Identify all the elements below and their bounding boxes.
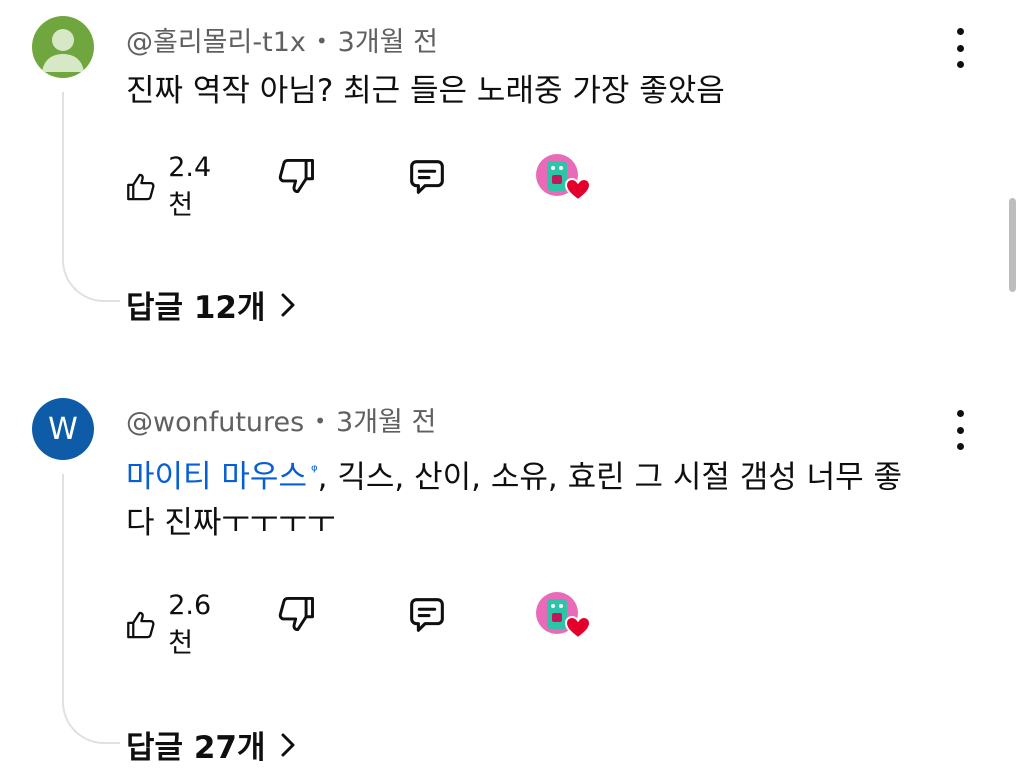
creator-heart-badge xyxy=(536,154,592,202)
like-count: 2.4천 xyxy=(168,152,212,221)
like-button[interactable]: 2.4천 xyxy=(124,152,221,222)
reply-button[interactable] xyxy=(404,592,450,638)
replies-count: 답글 12개 xyxy=(126,290,266,326)
comment-time: 3개월 전 xyxy=(337,27,438,58)
more-options-button[interactable] xyxy=(946,410,974,450)
thumbs-down-icon xyxy=(278,596,314,632)
avatar-letter: W xyxy=(48,411,78,447)
reply-thread-line xyxy=(62,474,120,744)
meta-separator-dot: • xyxy=(315,29,328,53)
search-link-marker-icon: ᵠ xyxy=(310,461,318,480)
dot-icon xyxy=(956,443,964,450)
like-button[interactable]: 2.6천 xyxy=(124,590,221,660)
dot-icon xyxy=(956,410,964,417)
commenter-avatar[interactable] xyxy=(32,16,94,78)
heart-icon xyxy=(564,177,592,202)
comment-meta: @wonfutures • 3개월 전 xyxy=(126,400,436,439)
view-replies-button[interactable]: 답글 12개 xyxy=(126,282,296,327)
dislike-button[interactable] xyxy=(274,154,318,198)
dot-icon xyxy=(956,426,964,434)
comment-icon xyxy=(410,160,444,194)
like-count: 2.6천 xyxy=(168,590,212,659)
dot-icon xyxy=(956,44,964,52)
chevron-right-icon xyxy=(281,733,294,756)
dislike-button[interactable] xyxy=(274,592,318,636)
thumbs-down-icon xyxy=(278,158,314,194)
comment-text: 진짜 역작 아님? 최근 들은 노래중 가장 좋았음 xyxy=(126,68,946,114)
comments-page: @홀리몰리-t1x • 3개월 전 진짜 역작 아님? 최근 들은 노래중 가장 좋… xyxy=(0,0,1024,782)
chevron-right-icon xyxy=(281,293,294,316)
thumbs-up-icon xyxy=(127,173,155,201)
comment-author[interactable]: @홀리몰리-t1x xyxy=(126,27,306,58)
commenter-avatar[interactable]: W xyxy=(32,398,94,460)
meta-separator-dot: • xyxy=(314,409,327,433)
mention-link[interactable]: 마이티 마우스 ᵠ xyxy=(126,459,318,495)
default-person-icon xyxy=(42,29,84,72)
comment-icon xyxy=(410,598,444,632)
scrollbar-thumb[interactable] xyxy=(1009,198,1016,292)
view-replies-button[interactable]: 답글 27개 xyxy=(126,722,296,767)
comment-author[interactable]: @wonfutures xyxy=(126,407,304,438)
dot-icon xyxy=(956,28,964,35)
heart-icon xyxy=(564,615,592,640)
more-options-button[interactable] xyxy=(946,28,974,68)
mention-text: 마이티 마우스 xyxy=(126,459,307,496)
comment-time: 3개월 전 xyxy=(336,407,437,438)
comment-text: 마이티 마우스 ᵠ, 긱스, 산이, 소유, 효린 그 시절 갬성 너무 좋다 진… xyxy=(126,448,926,546)
dot-icon xyxy=(956,61,964,68)
comment-meta: @홀리몰리-t1x • 3개월 전 xyxy=(126,20,438,59)
replies-count: 답글 27개 xyxy=(126,730,266,766)
reply-thread-line xyxy=(62,92,120,302)
creator-heart-badge xyxy=(536,592,592,640)
thumbs-up-icon xyxy=(127,611,155,639)
comment-text-content: 진짜 역작 아님? 최근 들은 노래중 가장 좋았음 xyxy=(126,73,725,109)
reply-button[interactable] xyxy=(404,154,450,200)
